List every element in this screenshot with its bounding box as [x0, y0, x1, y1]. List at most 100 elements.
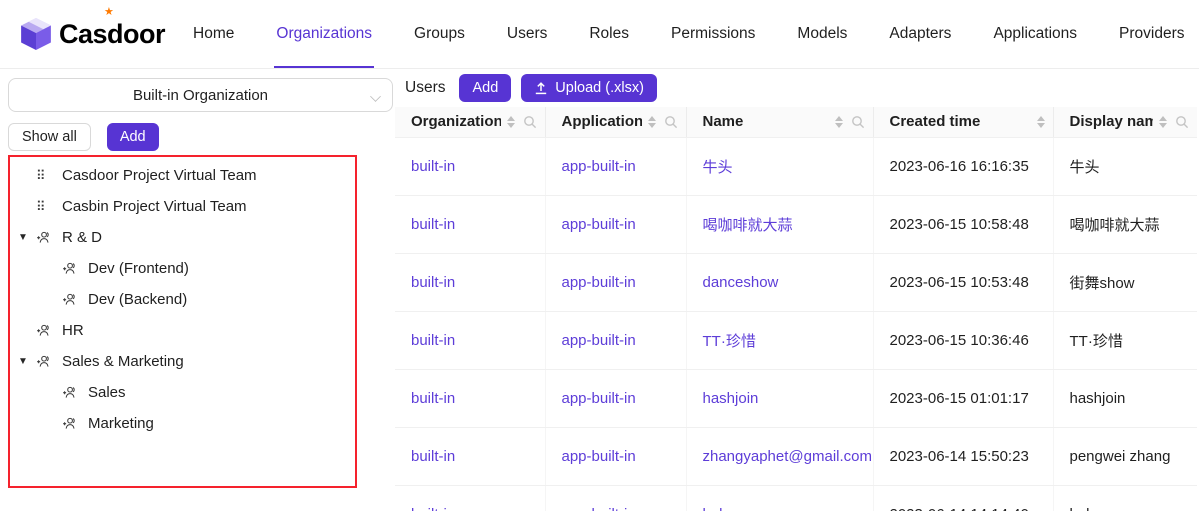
- display-name-cell: TT·珍惜: [1070, 333, 1123, 350]
- column-label: Organization: [411, 113, 501, 130]
- drag-handle-icon[interactable]: ⠿: [36, 199, 56, 215]
- user-name-link[interactable]: lark: [703, 506, 727, 511]
- sorter-icon[interactable]: [1159, 116, 1167, 128]
- tree-item[interactable]: Sales: [10, 377, 355, 408]
- caret-down-icon[interactable]: ▼: [10, 356, 36, 367]
- tree-item[interactable]: Marketing: [10, 408, 355, 439]
- nav-item-home[interactable]: Home: [191, 0, 236, 68]
- tree-item[interactable]: Dev (Backend): [10, 284, 355, 315]
- table-row: built-in app-built-in zhangyaphet@gmail.co…: [395, 427, 1197, 485]
- table-row: built-inapp-built-indanceshow2023-06-15 …: [395, 253, 1197, 311]
- org-link[interactable]: built-in: [411, 274, 455, 291]
- tree-item-label: Sales: [88, 384, 126, 401]
- nav-item-providers[interactable]: Providers: [1117, 0, 1186, 68]
- org-link[interactable]: built-in: [411, 158, 455, 175]
- org-link[interactable]: built-in: [411, 448, 455, 465]
- tree-item[interactable]: ▼ R & D: [10, 222, 355, 253]
- display-name-cell: 喝咖啡就大蒜: [1070, 217, 1160, 234]
- org-link[interactable]: built-in: [411, 216, 455, 233]
- users-table: Organization Application Name Created ti…: [395, 107, 1197, 511]
- app-link-cell: app-built-in: [545, 137, 686, 195]
- sorter-icon[interactable]: [1037, 116, 1045, 128]
- add-user-button[interactable]: Add: [459, 74, 511, 102]
- user-name-link-cell: 喝咖啡就大蒜: [686, 195, 873, 253]
- user-name-link[interactable]: 牛头: [703, 159, 733, 176]
- column-header-display-name[interactable]: Display name: [1053, 107, 1197, 137]
- app-link[interactable]: app-built-in: [562, 332, 636, 349]
- nav-item-organizations[interactable]: Organizations: [274, 0, 374, 68]
- user-name-link-cell: lark: [686, 485, 873, 511]
- app-link[interactable]: app-built-in: [562, 448, 636, 465]
- display-name-cell: hashjoin: [1070, 390, 1126, 407]
- org-link-cell: built-in: [395, 195, 545, 253]
- tree-item[interactable]: ⠿ Casdoor Project Virtual Team: [10, 160, 355, 191]
- tree-item-label: Marketing: [88, 415, 154, 432]
- usergroup-add-icon: [36, 230, 56, 245]
- user-name-link-cell: danceshow: [686, 253, 873, 311]
- main-nav: Home Organizations Groups Users Roles Permiss…: [191, 0, 1199, 68]
- user-name-link[interactable]: 喝咖啡就大蒜: [703, 217, 793, 234]
- nav-item-permissions[interactable]: Permissions: [669, 0, 757, 68]
- nav-item-models[interactable]: Models: [795, 0, 849, 68]
- app-link[interactable]: app-built-in: [562, 274, 636, 291]
- tree-item[interactable]: Dev (Frontend): [10, 253, 355, 284]
- search-icon[interactable]: [523, 115, 537, 129]
- tree-item[interactable]: HR: [10, 315, 355, 346]
- user-name-link[interactable]: TT·珍惜: [703, 333, 756, 350]
- app-link-cell: app-built-in: [545, 485, 686, 511]
- search-icon[interactable]: [851, 115, 865, 129]
- tree-item-label: Casbin Project Virtual Team: [62, 198, 247, 215]
- app-link[interactable]: app-built-in: [562, 390, 636, 407]
- app-link[interactable]: app-built-in: [562, 216, 636, 233]
- nav-item-applications[interactable]: Applications: [991, 0, 1079, 68]
- caret-down-icon[interactable]: ▼: [10, 232, 36, 243]
- drag-handle-icon[interactable]: ⠿: [36, 168, 56, 184]
- casdoor-logo[interactable]: Casdoor ★: [20, 0, 165, 68]
- logo-star-icon: ★: [104, 7, 114, 18]
- tree-item-label: Casdoor Project Virtual Team: [62, 167, 257, 184]
- add-group-button[interactable]: Add: [107, 123, 159, 151]
- nav-item-adapters[interactable]: Adapters: [887, 0, 953, 68]
- nav-item-roles[interactable]: Roles: [587, 0, 631, 68]
- org-link[interactable]: built-in: [411, 332, 455, 349]
- casdoor-app: Casdoor ★ Home Organizations Groups Users Ro…: [0, 0, 1199, 511]
- sorter-icon[interactable]: [648, 116, 656, 128]
- app-link[interactable]: app-built-in: [562, 506, 636, 511]
- organization-select-value: Built-in Organization: [133, 87, 268, 104]
- nav-item-users[interactable]: Users: [505, 0, 549, 68]
- search-icon[interactable]: [664, 115, 678, 129]
- top-nav: Casdoor ★ Home Organizations Groups Users Ro…: [0, 0, 1199, 69]
- display-name-cell: 牛头: [1070, 159, 1100, 176]
- usergroup-add-icon: [36, 323, 56, 338]
- column-header-created-time[interactable]: Created time: [873, 107, 1053, 137]
- org-link[interactable]: built-in: [411, 390, 455, 407]
- column-label: Created time: [890, 113, 981, 130]
- display-name-cell: 街舞show: [1070, 275, 1135, 292]
- sorter-icon[interactable]: [835, 116, 843, 128]
- column-header-application[interactable]: Application: [545, 107, 686, 137]
- app-link-cell: app-built-in: [545, 427, 686, 485]
- sorter-icon[interactable]: [507, 116, 515, 128]
- organization-select[interactable]: Built-in Organization: [8, 78, 393, 112]
- panel-title: Users: [405, 79, 445, 97]
- tree-item[interactable]: ▼ Sales & Marketing: [10, 346, 355, 377]
- nav-item-groups[interactable]: Groups: [412, 0, 467, 68]
- user-name-link[interactable]: zhangyaphet@gmail.com: [703, 448, 872, 465]
- show-all-button[interactable]: Show all: [8, 123, 91, 151]
- column-header-organization[interactable]: Organization: [395, 107, 545, 137]
- app-link[interactable]: app-built-in: [562, 158, 636, 175]
- upload-xlsx-button[interactable]: Upload (.xlsx): [521, 74, 657, 102]
- usergroup-add-icon: [36, 354, 56, 369]
- org-link-cell: built-in: [395, 369, 545, 427]
- org-link[interactable]: built-in: [411, 506, 455, 511]
- user-name-link[interactable]: danceshow: [703, 274, 779, 291]
- org-link-cell: built-in: [395, 311, 545, 369]
- app-link-cell: app-built-in: [545, 195, 686, 253]
- tree-item[interactable]: ⠿ Casbin Project Virtual Team: [10, 191, 355, 222]
- column-header-name[interactable]: Name: [686, 107, 873, 137]
- created-time-cell: 2023-06-16 16:16:35: [890, 158, 1029, 175]
- user-name-link[interactable]: hashjoin: [703, 390, 759, 407]
- created-time-cell-cell: 2023-06-15 10:58:48: [873, 195, 1053, 253]
- created-time-cell-cell: 2023-06-14 14:14:40: [873, 485, 1053, 511]
- search-icon[interactable]: [1175, 115, 1189, 129]
